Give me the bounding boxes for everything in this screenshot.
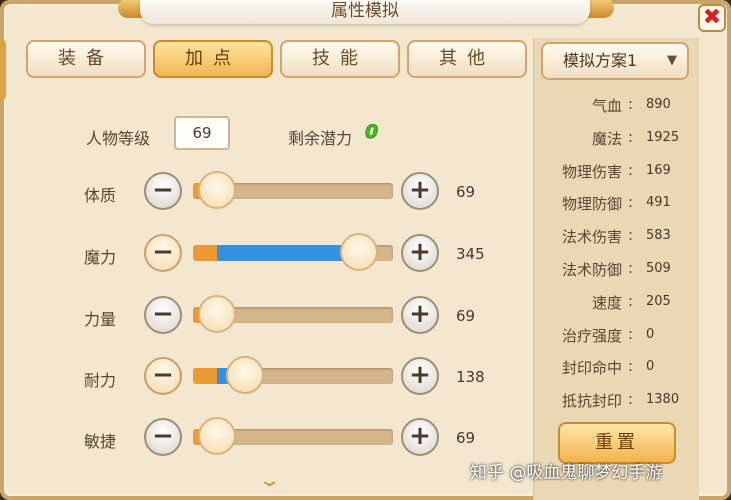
- attribute-label: 耐力: [84, 371, 117, 390]
- stat-separator: :: [628, 291, 634, 310]
- scheme-dropdown[interactable]: 模拟方案1 ▼: [541, 42, 689, 80]
- stat-value: 169: [646, 162, 671, 178]
- attribute-value: 69: [456, 183, 476, 201]
- stat-label: 气血: [591, 97, 622, 115]
- stat-label: 魔法: [591, 129, 622, 148]
- plus-button[interactable]: +: [401, 418, 439, 456]
- stat-row: 法术伤害:583: [534, 226, 694, 250]
- attribute-label: 力量: [84, 310, 117, 329]
- potential-value: 0: [365, 121, 379, 144]
- attribute-value: 345: [456, 245, 485, 263]
- stat-row: 物理防御:491: [534, 193, 694, 217]
- stat-separator: :: [628, 324, 634, 343]
- side-trim: [0, 40, 6, 100]
- window-title: 属性模拟: [331, 1, 399, 21]
- stat-separator: :: [628, 95, 634, 113]
- slider-fill-base: [193, 368, 217, 384]
- attribute-value: 69: [456, 307, 476, 325]
- plus-button[interactable]: +: [401, 172, 439, 210]
- stat-row: 气血:890: [534, 95, 694, 119]
- stat-separator: :: [628, 127, 634, 146]
- stat-label: 物理防御: [561, 195, 622, 214]
- stat-row: 魔法:1925: [534, 128, 694, 152]
- scheme-label: 模拟方案1: [563, 51, 638, 70]
- stat-label: 法术伤害: [561, 228, 622, 247]
- stat-value: 509: [646, 261, 671, 276]
- attribute-row: 敏捷 − +69: [26, 417, 526, 458]
- potential-label: 剩余潜力: [288, 129, 353, 148]
- attribute-value: 138: [456, 368, 485, 386]
- plus-button[interactable]: +: [401, 357, 439, 395]
- level-label: 人物等级: [86, 129, 151, 148]
- stat-label: 物理伤害: [561, 162, 622, 181]
- stat-row: 物理伤害:169: [534, 161, 694, 185]
- attribute-value: 69: [456, 429, 476, 447]
- slider-knob[interactable]: [340, 233, 378, 271]
- stat-row: 抵抗封印:1380: [534, 390, 694, 414]
- stat-value: 583: [646, 228, 671, 244]
- slider-knob[interactable]: [198, 171, 236, 209]
- slider-knob[interactable]: [226, 356, 264, 394]
- stat-value: 491: [646, 195, 671, 211]
- attribute-row: 力量 − +69: [26, 295, 526, 336]
- attribute-row: 耐力 − +138: [26, 356, 526, 397]
- stat-label: 治疗强度: [561, 326, 622, 345]
- minus-button[interactable]: −: [144, 418, 182, 456]
- stat-row: 治疗强度:0: [534, 325, 694, 349]
- stat-separator: :: [628, 259, 634, 277]
- slider-fill-base: [193, 245, 217, 261]
- stat-label: 抵抗封印: [561, 392, 622, 411]
- attribute-row: 体质 − +69: [26, 171, 526, 212]
- minus-button[interactable]: −: [144, 172, 182, 210]
- stat-row: 法术防御:509: [534, 259, 694, 283]
- plus-button[interactable]: +: [401, 296, 439, 334]
- stat-separator: :: [628, 390, 634, 409]
- slider-fill-added: [217, 245, 357, 261]
- points-area: 人物等级 69 剩余潜力 0 体质 − +69 魔力 − +345 力量 − +69 耐力 − +13…: [26, 84, 526, 494]
- stat-value: 1380: [646, 392, 680, 408]
- stat-value: 890: [646, 97, 671, 112]
- tab-skills[interactable]: 技能: [280, 40, 400, 78]
- watermark: 知乎 @吸血鬼聊梦幻手游: [470, 463, 663, 483]
- slider-knob[interactable]: [198, 417, 236, 455]
- chevron-down-icon[interactable]: ⌄: [257, 470, 281, 491]
- attribute-sim-panel: 属性模拟 ✖ 装备 加点 技能 其他 人物等级 69 剩余潜力 0 体质 − +69…: [0, 0, 731, 500]
- slider-track[interactable]: [193, 368, 393, 384]
- stat-label: 速度: [591, 293, 622, 312]
- minus-button[interactable]: −: [144, 296, 182, 334]
- level-input[interactable]: 69: [174, 116, 230, 150]
- tab-points[interactable]: 加点: [153, 40, 273, 78]
- stat-row: 封印命中:0: [534, 357, 694, 381]
- stat-label: 法术防御: [561, 261, 622, 279]
- stat-separator: :: [628, 357, 634, 376]
- tab-equipment[interactable]: 装备: [26, 40, 146, 78]
- close-button[interactable]: ✖: [698, 4, 726, 32]
- plus-button[interactable]: +: [401, 234, 439, 272]
- stat-value: 1925: [646, 129, 680, 145]
- attribute-label: 敏捷: [84, 432, 117, 451]
- attribute-row: 魔力 − +345: [26, 233, 526, 274]
- stat-separator: :: [628, 160, 634, 179]
- stat-row: 速度:205: [534, 292, 694, 316]
- tab-other[interactable]: 其他: [407, 40, 527, 78]
- minus-button[interactable]: −: [144, 357, 182, 395]
- minus-button[interactable]: −: [144, 234, 182, 272]
- stat-value: 205: [646, 293, 671, 309]
- stats-column: 模拟方案1 ▼ 气血:890 魔法:1925 物理伤害:169 物理防御:491 法术伤…: [533, 38, 699, 500]
- slider-knob[interactable]: [198, 295, 236, 333]
- stat-value: 0: [646, 326, 655, 342]
- stat-separator: :: [628, 226, 634, 245]
- stat-value: 0: [646, 359, 655, 375]
- attribute-label: 魔力: [84, 248, 117, 267]
- attribute-label: 体质: [84, 186, 117, 205]
- stat-separator: :: [628, 193, 634, 212]
- chevron-down-icon: ▼: [667, 53, 677, 68]
- stat-label: 封印命中: [561, 359, 622, 378]
- title-bar: 属性模拟: [140, 0, 590, 24]
